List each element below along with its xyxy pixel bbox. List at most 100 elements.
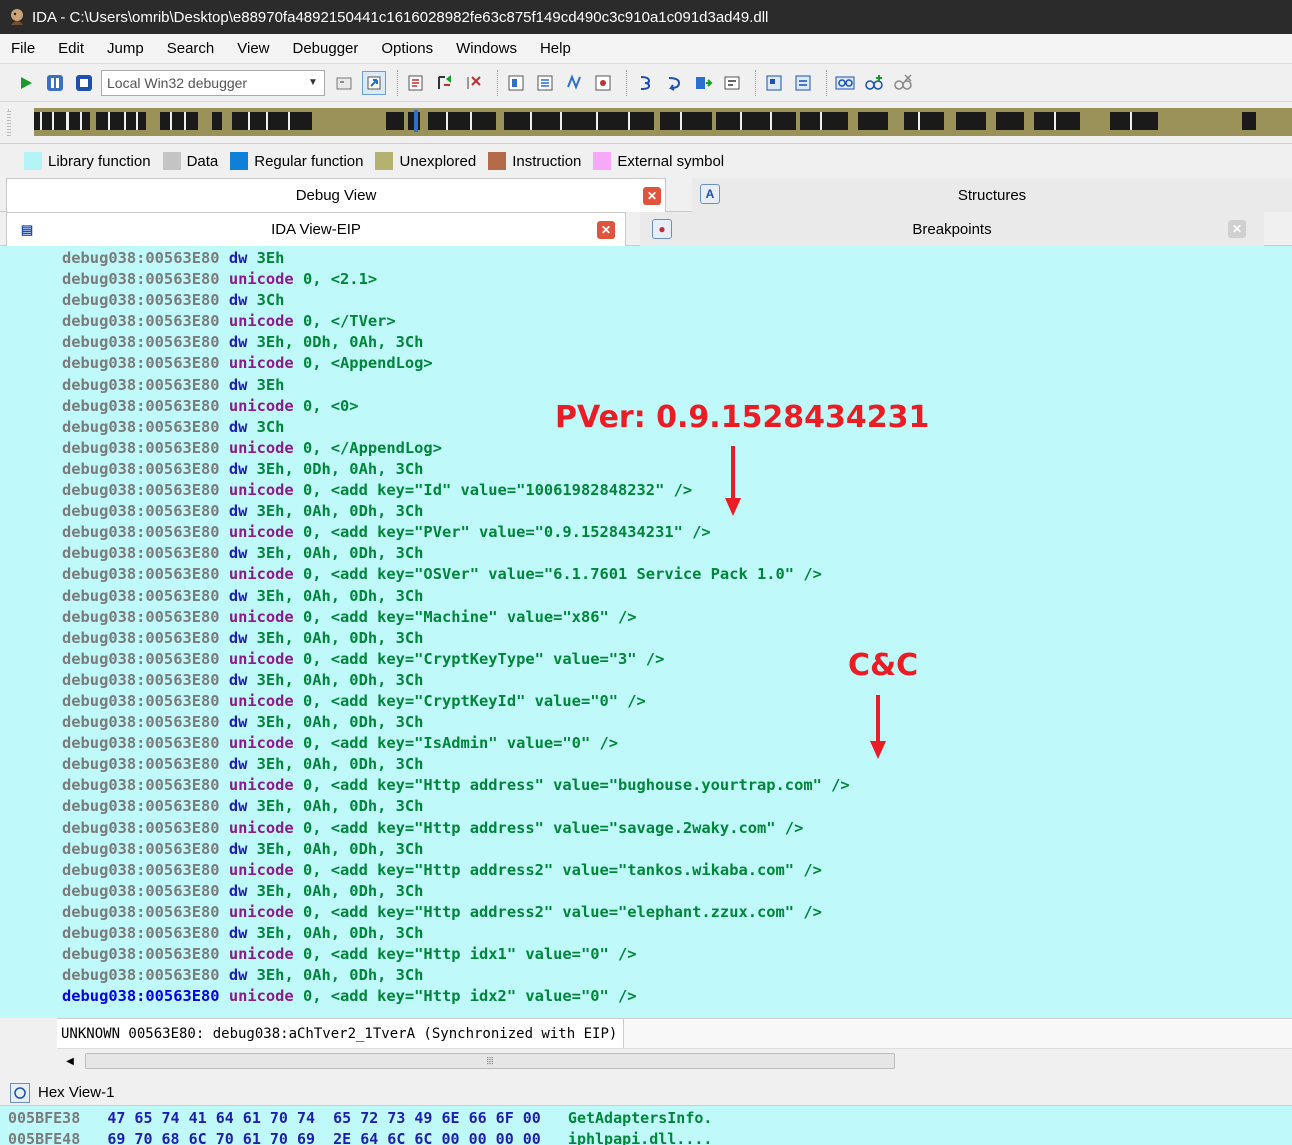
disasm-line[interactable]: debug038:00563E80 dw 3Eh, 0Ah, 0Dh, 3Ch — [62, 839, 850, 860]
delete-watch-icon[interactable] — [891, 71, 915, 95]
disasm-line[interactable]: debug038:00563E80 unicode 0, <add key="C… — [62, 649, 850, 670]
add-watch-icon[interactable] — [862, 71, 886, 95]
disasm-address[interactable]: debug038:00563E80 — [62, 734, 220, 752]
disasm-line[interactable]: debug038:00563E80 dw 3Eh, 0Ah, 0Dh, 3Ch — [62, 923, 850, 944]
disasm-address[interactable]: debug038:00563E80 — [62, 544, 220, 562]
menu-jump[interactable]: Jump — [96, 34, 156, 64]
play-icon[interactable] — [14, 71, 38, 95]
disasm-line[interactable]: debug038:00563E80 dw 3Ch — [62, 290, 850, 311]
disasm-address[interactable]: debug038:00563E80 — [62, 460, 220, 478]
close-icon[interactable]: ✕ — [597, 221, 615, 239]
disasm-address[interactable]: debug038:00563E80 — [62, 692, 220, 710]
disasm-line[interactable]: debug038:00563E80 unicode 0, </TVer> — [62, 311, 850, 332]
disasm-address[interactable]: debug038:00563E80 — [62, 882, 220, 900]
menu-options[interactable]: Options — [370, 34, 445, 64]
disasm-address[interactable]: debug038:00563E80 — [62, 629, 220, 647]
disasm-address[interactable]: debug038:00563E80 — [62, 650, 220, 668]
disasm-address[interactable]: debug038:00563E80 — [62, 312, 220, 330]
navigation-band[interactable] — [0, 102, 1292, 144]
threads-icon[interactable] — [504, 71, 528, 95]
disassembly-view[interactable]: debug038:00563E80 dw 3Eh debug038:00563E8… — [0, 246, 1292, 1018]
menu-debugger[interactable]: Debugger — [282, 34, 371, 64]
chevron-down-icon[interactable]: ▼ — [302, 77, 324, 88]
disasm-address[interactable]: debug038:00563E80 — [62, 270, 220, 288]
disasm-line[interactable]: debug038:00563E80 unicode 0, <add key="H… — [62, 902, 850, 923]
stop-icon[interactable] — [72, 71, 96, 95]
step-into-code-icon[interactable] — [633, 71, 657, 95]
registers-icon[interactable] — [720, 71, 744, 95]
disasm-line[interactable]: debug038:00563E80 dw 3Eh — [62, 248, 850, 269]
hex-view-header[interactable]: Hex View-1 — [0, 1080, 1292, 1106]
watch-view-icon[interactable] — [833, 71, 857, 95]
tab-structures[interactable]: A Structures — [692, 178, 1292, 212]
menu-view[interactable]: View — [226, 34, 281, 64]
hex-view-icon[interactable] — [791, 71, 815, 95]
graph-view-icon[interactable] — [762, 71, 786, 95]
disasm-address[interactable]: debug038:00563E80 — [62, 713, 220, 731]
hex-row[interactable]: 005BFE48 69 70 68 6C 70 61 70 69 2E 64 6… — [8, 1129, 712, 1145]
disasm-line[interactable]: debug038:00563E80 unicode 0, <add key="H… — [62, 986, 850, 1007]
disasm-line[interactable]: debug038:00563E80 dw 3Eh, 0Ah, 0Dh, 3Ch — [62, 543, 850, 564]
disasm-address[interactable]: debug038:00563E80 — [62, 587, 220, 605]
menu-help[interactable]: Help — [529, 34, 583, 64]
step-into-icon[interactable] — [404, 71, 428, 95]
disasm-line[interactable]: debug038:00563E80 unicode 0, <add key="H… — [62, 944, 850, 965]
breakpoint-list-icon[interactable] — [591, 71, 615, 95]
disasm-line[interactable]: debug038:00563E80 dw 3Eh, 0Ah, 0Dh, 3Ch — [62, 965, 850, 986]
step-over-icon[interactable] — [433, 71, 457, 95]
disasm-address[interactable]: debug038:00563E80 — [62, 819, 220, 837]
disasm-address[interactable]: debug038:00563E80 — [62, 418, 220, 436]
pause-icon[interactable] — [43, 71, 67, 95]
disasm-address[interactable]: debug038:00563E80 — [62, 671, 220, 689]
disasm-address[interactable]: debug038:00563E80 — [62, 755, 220, 773]
disasm-address[interactable]: debug038:00563E80 — [62, 397, 220, 415]
disasm-line[interactable]: debug038:00563E80 dw 3Eh, 0Dh, 0Ah, 3Ch — [62, 332, 850, 353]
disasm-address[interactable]: debug038:00563E80 — [62, 924, 220, 942]
step-over-code-icon[interactable] — [662, 71, 686, 95]
scrollbar-thumb[interactable]: ⦙⦙⦙ — [85, 1053, 895, 1069]
disasm-address[interactable]: debug038:00563E80 — [62, 439, 220, 457]
disasm-line[interactable]: debug038:00563E80 unicode 0, <AppendLog> — [62, 353, 850, 374]
disasm-line[interactable]: debug038:00563E80 unicode 0, <add key="M… — [62, 607, 850, 628]
disasm-address[interactable]: debug038:00563E80 — [62, 797, 220, 815]
disasm-line[interactable]: debug038:00563E80 dw 3Eh, 0Ah, 0Dh, 3Ch — [62, 628, 850, 649]
disasm-line[interactable]: debug038:00563E80 unicode 0, <2.1> — [62, 269, 850, 290]
debugger-select[interactable]: Local Win32 debugger ▼ — [101, 69, 325, 96]
tab-ida-view-eip[interactable]: ▤ IDA View-EIP ✕ — [6, 212, 626, 246]
disasm-address[interactable]: debug038:00563E80 — [62, 502, 220, 520]
hex-row[interactable]: 005BFE38 47 65 74 41 64 61 70 74 65 72 7… — [8, 1108, 712, 1129]
run-until-return-icon[interactable] — [691, 71, 715, 95]
tab-breakpoints[interactable]: ● Breakpoints ✕ — [640, 212, 1264, 246]
disasm-line[interactable]: debug038:00563E80 unicode 0, <add key="C… — [62, 691, 850, 712]
close-icon[interactable]: ✕ — [643, 187, 661, 205]
disassembly-lines[interactable]: debug038:00563E80 dw 3Eh debug038:00563E8… — [62, 248, 850, 1007]
disasm-line[interactable]: debug038:00563E80 unicode 0, <add key="I… — [62, 733, 850, 754]
modules-icon[interactable] — [533, 71, 557, 95]
disasm-line[interactable]: debug038:00563E80 unicode 0, <add key="O… — [62, 564, 850, 585]
menu-windows[interactable]: Windows — [445, 34, 529, 64]
disasm-line[interactable]: debug038:00563E80 unicode 0, <add key="H… — [62, 775, 850, 796]
disasm-address[interactable]: debug038:00563E80 — [62, 523, 220, 541]
disasm-line[interactable]: debug038:00563E80 dw 3Eh, 0Ah, 0Dh, 3Ch — [62, 796, 850, 817]
disasm-address[interactable]: debug038:00563E80 — [62, 376, 220, 394]
stack-trace-icon[interactable] — [562, 71, 586, 95]
close-icon[interactable]: ✕ — [1228, 220, 1246, 238]
disasm-line[interactable]: debug038:00563E80 dw 3Eh, 0Ah, 0Dh, 3Ch — [62, 881, 850, 902]
disasm-line[interactable]: debug038:00563E80 unicode 0, <add key="P… — [62, 522, 850, 543]
disasm-address[interactable]: debug038:00563E80 — [62, 840, 220, 858]
hex-lines[interactable]: 005BFE38 47 65 74 41 64 61 70 74 65 72 7… — [8, 1108, 712, 1145]
disasm-line[interactable]: debug038:00563E80 dw 3Eh, 0Ah, 0Dh, 3Ch — [62, 754, 850, 775]
disasm-address[interactable]: debug038:00563E80 — [62, 333, 220, 351]
disasm-address[interactable]: debug038:00563E80 — [62, 987, 220, 1005]
disasm-address[interactable]: debug038:00563E80 — [62, 966, 220, 984]
disasm-line[interactable]: debug038:00563E80 dw 3Eh — [62, 375, 850, 396]
menu-edit[interactable]: Edit — [47, 34, 96, 64]
disasm-line[interactable]: debug038:00563E80 dw 3Eh, 0Ah, 0Dh, 3Ch — [62, 670, 850, 691]
menu-search[interactable]: Search — [156, 34, 227, 64]
attach-process-icon[interactable] — [362, 70, 386, 95]
disasm-address[interactable]: debug038:00563E80 — [62, 608, 220, 626]
tab-debug-view[interactable]: Debug View ✕ — [6, 178, 666, 212]
disasm-address[interactable]: debug038:00563E80 — [62, 861, 220, 879]
disasm-line[interactable]: debug038:00563E80 dw 3Eh, 0Ah, 0Dh, 3Ch — [62, 586, 850, 607]
disasm-address[interactable]: debug038:00563E80 — [62, 354, 220, 372]
